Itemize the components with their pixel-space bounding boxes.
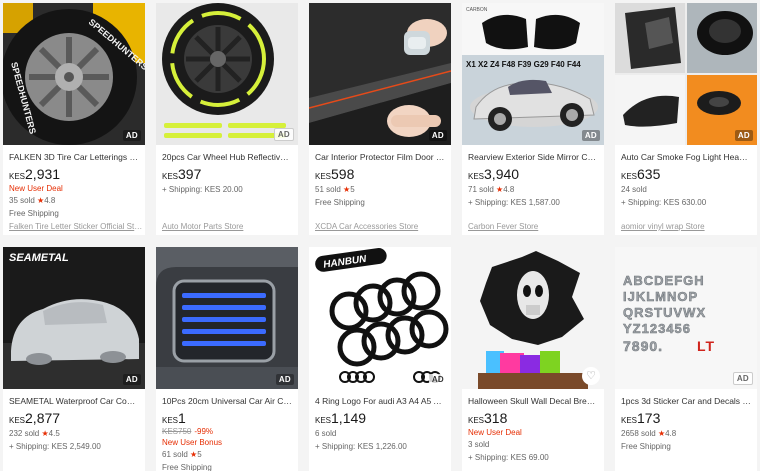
product-card[interactable]: AD 10Pcs 20cm Universal Car Air Conditio… — [156, 247, 298, 471]
svg-text:7890.: 7890. — [623, 338, 663, 354]
product-title[interactable]: Halloween Skull Wall Decal Break Through — [468, 395, 598, 407]
sold-count: 24 sold — [621, 185, 647, 194]
product-card[interactable]: HANBUN AD 4 Ring Logo For audi A3 A4 A5 … — [309, 247, 451, 471]
product-card[interactable]: SEAMETAL AD SEAMETAL Waterproof Car Cove… — [3, 247, 145, 471]
store-link[interactable]: Auto Motor Parts Store — [162, 222, 298, 231]
sold-rating: 71 sold ★4.8 — [468, 185, 515, 194]
product-card[interactable]: SPEEDHUNTERS SPEEDHUNTERS AD FALKEN 3D T… — [3, 3, 145, 235]
product-card[interactable]: ABCDEFGH IJKLMNOP QRSTUVWX YZ123456 7890… — [615, 247, 757, 471]
product-title[interactable]: SEAMETAL Waterproof Car Cover Outdoor — [9, 395, 139, 407]
ad-badge: AD — [428, 374, 447, 385]
sold-count: 6 sold — [315, 429, 337, 438]
product-title[interactable]: Car Interior Protector Film Door Edge — [315, 151, 445, 163]
ad-badge: AD — [581, 130, 600, 141]
ad-badge: AD — [732, 372, 753, 385]
product-image[interactable]: SEAMETAL AD — [3, 247, 145, 389]
product-price: KES1,149 — [315, 410, 367, 426]
shipping-info: Free Shipping — [9, 209, 59, 218]
product-price: KES397 — [162, 166, 202, 182]
sold-rating: 232 sold ★4.5 — [9, 429, 60, 438]
shipping-info: Free Shipping — [315, 198, 365, 207]
brand-logo: SEAMETAL — [9, 252, 69, 264]
brand-logo: CARBON — [466, 7, 488, 13]
store-link[interactable]: Falken Tire Letter Sticker Official Stor… — [9, 222, 145, 231]
product-price: KES598 — [315, 166, 355, 182]
product-price: KES635 — [621, 166, 661, 182]
product-card[interactable]: AD 20pcs Car Wheel Hub Reflective Sticke… — [156, 3, 298, 235]
product-image[interactable]: HANBUN AD — [309, 247, 451, 389]
product-image[interactable]: AD — [615, 3, 757, 145]
ad-badge: AD — [122, 374, 141, 385]
svg-text:QRSTUVWX: QRSTUVWX — [623, 305, 706, 320]
ad-badge: AD — [122, 130, 141, 141]
sold-rating: 61 sold ★5 — [162, 450, 202, 459]
product-title[interactable]: Rearview Exterior Side Mirror Caps for B… — [468, 151, 598, 163]
product-image[interactable]: ABCDEFGH IJKLMNOP QRSTUVWX YZ123456 7890… — [615, 247, 757, 389]
product-image[interactable]: AD — [156, 3, 298, 145]
shipping-info: + Shipping: KES 20.00 — [162, 185, 243, 194]
product-price: KES1 — [162, 410, 186, 426]
product-price: KES3,940 — [468, 166, 520, 182]
product-title[interactable]: 10Pcs 20cm Universal Car Air Conditioner — [162, 395, 292, 407]
sold-rating: 51 sold ★5 — [315, 185, 355, 194]
product-title[interactable]: FALKEN 3D Tire Car Letterings Sticker — [9, 151, 139, 163]
sold-count: 3 sold — [468, 440, 490, 449]
original-price: KES750 -99% — [162, 427, 214, 436]
heart-icon[interactable]: ♡ — [582, 367, 600, 385]
svg-text:LT: LT — [697, 338, 715, 354]
deal-label: New User Deal — [468, 428, 522, 437]
shipping-info: + Shipping: KES 1,226.00 — [315, 442, 407, 451]
product-image[interactable]: AD — [309, 3, 451, 145]
store-link[interactable]: aomior vinyl wrap Store — [621, 222, 757, 231]
svg-text:IJKLMNOP: IJKLMNOP — [623, 289, 698, 304]
deal-label: New User Bonus — [162, 438, 223, 447]
product-card[interactable]: CARBON X1 X2 Z4 F48 F39 G29 F40 F44 AD R… — [462, 3, 604, 235]
product-price: KES2,931 — [9, 166, 61, 182]
store-link[interactable]: Carbon Fever Store — [468, 222, 604, 231]
ad-badge: AD — [273, 128, 294, 141]
star-icon: ★ — [41, 429, 49, 438]
shipping-info: + Shipping: KES 69.00 — [468, 453, 549, 462]
store-link[interactable]: XCDA Car Accessories Store — [315, 222, 451, 231]
product-price: KES2,877 — [9, 410, 61, 426]
ad-badge: AD — [734, 130, 753, 141]
product-image[interactable]: ♡ — [462, 247, 604, 389]
model-list: X1 X2 Z4 F48 F39 G29 F40 F44 — [466, 60, 581, 69]
shipping-info: Free Shipping — [162, 463, 212, 471]
product-price: KES318 — [468, 410, 508, 426]
product-title[interactable]: 4 Ring Logo For audi A3 A4 A5 A6 A7 — [315, 395, 445, 407]
svg-text:YZ123456: YZ123456 — [623, 321, 691, 336]
shipping-info: + Shipping: KES 1,587.00 — [468, 198, 560, 207]
product-price: KES173 — [621, 410, 661, 426]
shipping-info: + Shipping: KES 2,549.00 — [9, 442, 101, 451]
product-grid: SPEEDHUNTERS SPEEDHUNTERS AD FALKEN 3D T… — [0, 0, 760, 471]
sold-rating: 35 sold ★4.8 — [9, 196, 56, 205]
shipping-info: Free Shipping — [621, 442, 671, 451]
product-image[interactable]: AD — [156, 247, 298, 389]
product-title[interactable]: 1pcs 3d Sticker Car and Decals 25/ — [621, 395, 751, 407]
letter-stickers: ABCDEFGH — [623, 273, 705, 288]
product-image[interactable]: CARBON X1 X2 Z4 F48 F39 G29 F40 F44 AD — [462, 3, 604, 145]
sold-rating: 2658 sold ★4.8 — [621, 429, 677, 438]
product-title[interactable]: 20pcs Car Wheel Hub Reflective Sticker — [162, 151, 292, 163]
product-title[interactable]: Auto Car Smoke Fog Light Headlight Tint — [621, 151, 751, 163]
deal-label: New User Deal — [9, 184, 63, 193]
shipping-info: + Shipping: KES 630.00 — [621, 198, 707, 207]
ad-badge: AD — [275, 374, 294, 385]
product-card[interactable]: AD Auto Car Smoke Fog Light Headlight Ti… — [615, 3, 757, 235]
product-card[interactable]: ♡ Halloween Skull Wall Decal Break Throu… — [462, 247, 604, 471]
product-image[interactable]: SPEEDHUNTERS SPEEDHUNTERS AD — [3, 3, 145, 145]
ad-badge: AD — [428, 130, 447, 141]
product-card[interactable]: AD Car Interior Protector Film Door Edge… — [309, 3, 451, 235]
